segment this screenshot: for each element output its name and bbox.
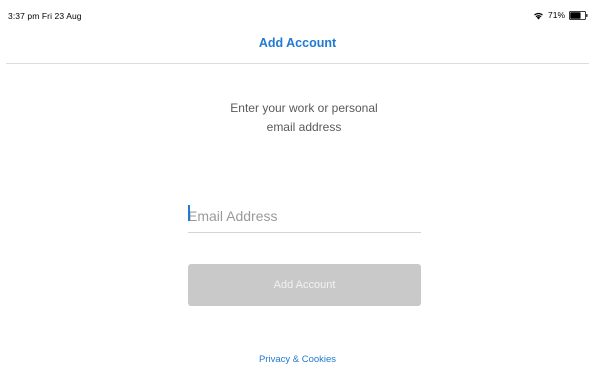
page-title: Add Account: [258, 36, 337, 50]
wifi-icon: [534, 12, 543, 19]
instructions-line-1: Enter your work or personal: [230, 101, 378, 115]
nav-divider: [6, 63, 589, 64]
status-time-date: 3:37 pm Fri 23 Aug: [8, 11, 82, 21]
instructions-line-2: email address: [266, 120, 342, 134]
add-account-screen: 3:37 pm Fri 23 Aug 71% Add Account Enter…: [0, 0, 595, 365]
status-indicators: 71%: [533, 9, 588, 21]
add-account-button[interactable]: Add Account: [188, 264, 421, 306]
battery-percent: 71%: [547, 10, 565, 20]
battery-fill: [570, 11, 581, 19]
email-field[interactable]: [188, 200, 421, 233]
privacy-cookies-link[interactable]: Privacy & Cookies: [0, 354, 595, 365]
text-cursor: [188, 205, 190, 221]
battery-icon: [569, 10, 588, 20]
instructions-text: Enter your work or personal email addres…: [200, 99, 408, 137]
